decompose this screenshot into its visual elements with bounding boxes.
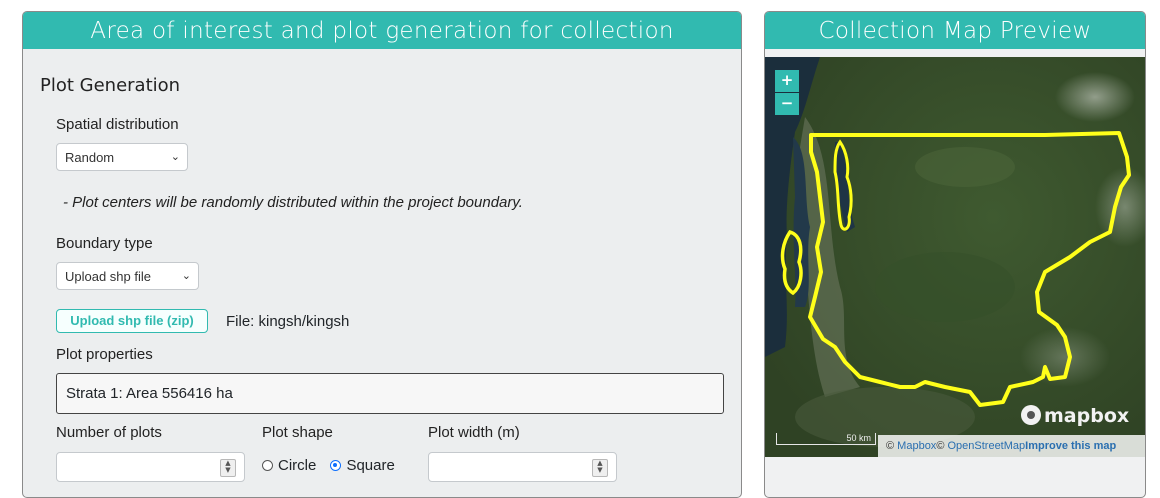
spatial-distribution-helper: - Plot centers will be randomly distribu…	[63, 194, 523, 211]
strata-info-box: Strata 1: Area 556416 ha	[56, 373, 724, 414]
aoi-panel-header: Area of interest and plot generation for…	[23, 12, 741, 49]
mapbox-attribution-link[interactable]: Mapbox	[897, 440, 936, 452]
uploaded-file-label: File: kingsh/kingsh	[226, 313, 350, 330]
map-preview-panel: Collection Map Preview + − mapbox 50 km …	[764, 11, 1146, 498]
map-scale-bar: 50 km	[776, 433, 876, 445]
boundary-type-value: Upload shp file	[65, 269, 151, 284]
attribution-copyright: ©	[886, 440, 895, 452]
plot-width-input[interactable]: ▲ ▼	[428, 452, 617, 482]
mapbox-logo-icon	[1021, 405, 1041, 425]
spatial-distribution-label: Spatial distribution	[56, 116, 179, 133]
number-stepper-icon[interactable]: ▲ ▼	[220, 459, 236, 477]
number-of-plots-input[interactable]: ▲ ▼	[56, 452, 245, 482]
boundary-type-label: Boundary type	[56, 235, 153, 252]
plot-shape-options: Circle Square	[262, 455, 404, 474]
plot-properties-label: Plot properties	[56, 346, 153, 363]
circle-radio[interactable]	[262, 460, 273, 471]
chevron-down-icon: ⌄	[181, 270, 191, 282]
strata-text: Strata 1: Area 556416 ha	[66, 385, 233, 402]
collection-map[interactable]: + − mapbox 50 km © Mapbox© OpenStreetMap…	[765, 57, 1145, 457]
mapbox-logo-text: mapbox	[1044, 405, 1130, 427]
aoi-panel: Area of interest and plot generation for…	[22, 11, 742, 498]
satellite-imagery	[765, 57, 1145, 457]
square-radio-label[interactable]: Square	[346, 457, 394, 474]
mapbox-logo[interactable]: mapbox	[1021, 405, 1129, 427]
chevron-down-icon: ⌄	[170, 151, 180, 163]
spatial-distribution-value: Random	[65, 150, 115, 165]
number-stepper-icon[interactable]: ▲ ▼	[592, 459, 608, 477]
map-preview-header: Collection Map Preview	[765, 12, 1145, 49]
zoom-in-button[interactable]: +	[775, 70, 799, 92]
spatial-distribution-select[interactable]: Random ⌄	[56, 143, 188, 171]
attribution-copyright: ©	[936, 440, 945, 452]
boundary-type-select[interactable]: Upload shp file ⌄	[56, 262, 199, 290]
osm-attribution-link[interactable]: OpenStreetMap	[947, 440, 1025, 452]
map-attribution: © Mapbox© OpenStreetMapImprove this map	[878, 435, 1145, 457]
number-of-plots-label: Number of plots	[56, 424, 162, 441]
zoom-out-button[interactable]: −	[775, 93, 799, 115]
plot-shape-label: Plot shape	[262, 424, 333, 441]
improve-map-link[interactable]: Improve this map	[1025, 440, 1116, 452]
upload-shp-button[interactable]: Upload shp file (zip)	[56, 309, 208, 333]
plot-generation-title: Plot Generation	[40, 75, 181, 96]
plot-width-label: Plot width (m)	[428, 424, 520, 441]
square-radio[interactable]	[330, 460, 342, 471]
circle-radio-label[interactable]: Circle	[278, 457, 316, 474]
